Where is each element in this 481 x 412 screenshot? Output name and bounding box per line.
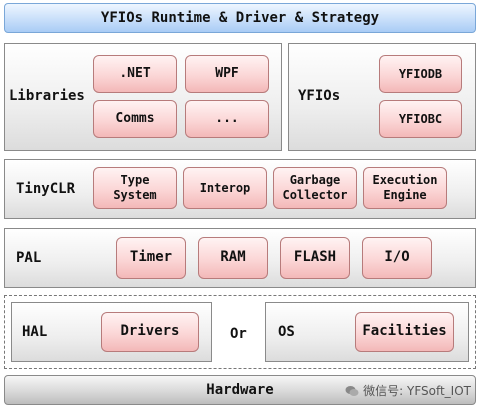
execution-engine-line1: Execution	[372, 173, 438, 187]
wechat-icon	[345, 385, 359, 397]
or-label: Or	[230, 326, 247, 342]
interop-line1: Interop	[199, 180, 251, 195]
type-system-line2: System	[113, 188, 157, 202]
io-box: I/O	[362, 237, 432, 279]
os-label: OS	[278, 324, 295, 340]
tinyclr-label: TinyCLR	[16, 181, 76, 197]
garbage-collector-box: Garbage Collector	[273, 167, 357, 209]
interop-box: Interop	[183, 167, 267, 209]
yfiobc-box: YFIOBC	[379, 100, 462, 138]
yfiodb-box: YFIODB	[379, 55, 462, 93]
garbage-collector-line2: Collector	[282, 188, 348, 202]
timer-box: Timer	[116, 237, 186, 279]
type-system-line1: Type	[120, 173, 150, 187]
pal-label: PAL	[16, 250, 42, 266]
library-box-net: .NET	[93, 55, 177, 93]
execution-engine-line2: Engine	[383, 188, 427, 202]
watermark: 微信号: YFSoft_IOT	[345, 382, 471, 399]
ram-box: RAM	[198, 237, 268, 279]
yfios-label: YFIOs	[298, 88, 341, 104]
flash-box: FLASH	[280, 237, 350, 279]
library-box-more: ...	[185, 100, 269, 138]
garbage-collector-line1: Garbage	[289, 173, 341, 187]
libraries-label: Libraries	[9, 88, 85, 104]
library-box-comms: Comms	[93, 100, 177, 138]
hal-label: HAL	[22, 324, 48, 340]
watermark-text: 微信号: YFSoft_IOT	[363, 384, 471, 398]
drivers-box: Drivers	[101, 312, 199, 352]
facilities-box: Facilities	[355, 312, 454, 352]
diagram-title: YFIOs Runtime & Driver & Strategy	[4, 3, 476, 33]
execution-engine-box: Execution Engine	[363, 167, 447, 209]
library-box-wpf: WPF	[185, 55, 269, 93]
type-system-box: Type System	[93, 167, 177, 209]
